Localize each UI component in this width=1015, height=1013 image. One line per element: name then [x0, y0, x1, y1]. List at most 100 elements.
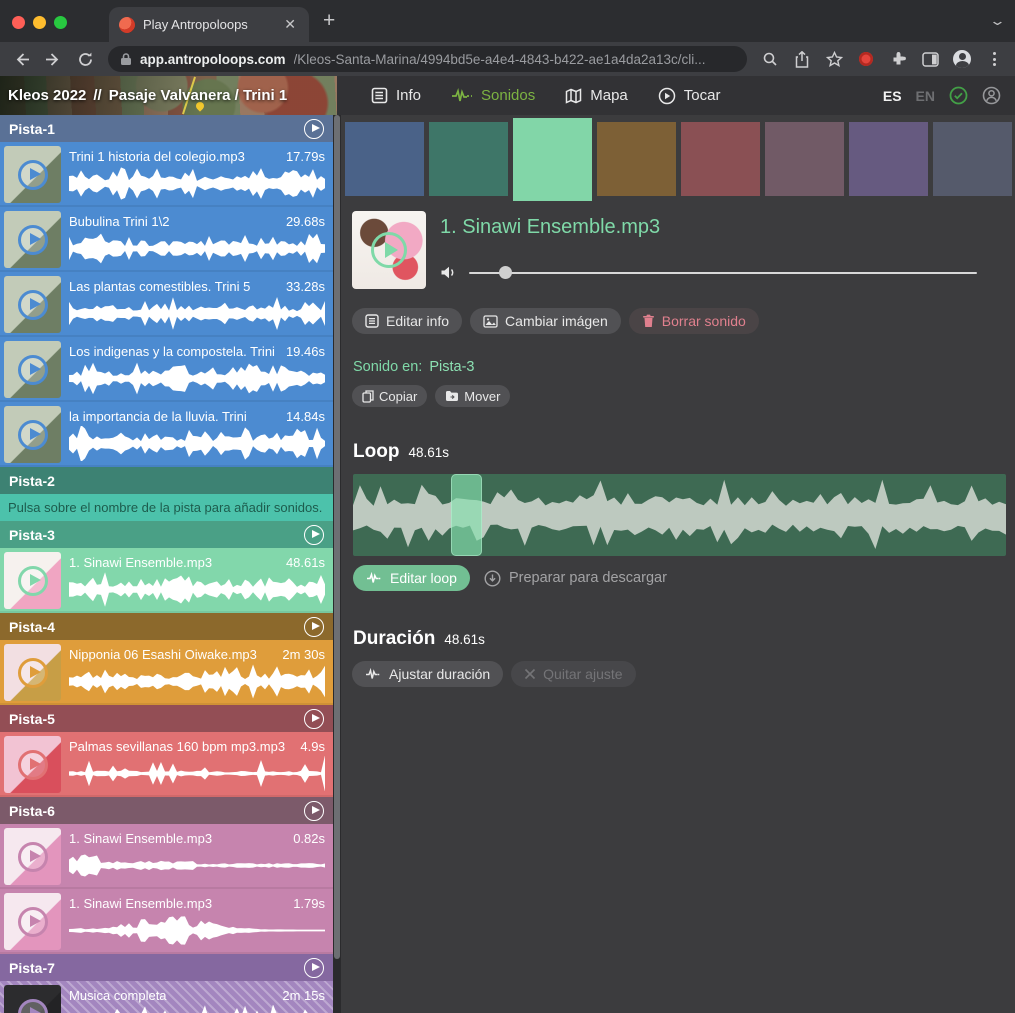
sound-thumbnail[interactable] — [4, 341, 61, 398]
track-swatch-4[interactable] — [597, 122, 676, 196]
account-icon[interactable] — [982, 86, 1001, 105]
address-bar[interactable]: app.antropoloops.com/Kleos-Santa-Marina/… — [108, 46, 747, 72]
track-swatch-6[interactable] — [765, 122, 844, 196]
sound-waveform[interactable] — [69, 756, 325, 791]
bookmark-star-icon[interactable] — [821, 46, 847, 72]
reload-icon[interactable] — [72, 46, 98, 72]
lang-es[interactable]: ES — [883, 88, 902, 104]
change-image-button[interactable]: Cambiar imágen — [470, 308, 621, 334]
sound-in-track-link[interactable]: Pista-3 — [429, 359, 474, 375]
track-header-pista-6[interactable]: Pista-6 — [0, 797, 333, 824]
sound-waveform[interactable] — [69, 572, 325, 607]
track-swatch-5[interactable] — [681, 122, 760, 196]
back-icon[interactable] — [8, 46, 34, 72]
thumbnail-play-icon[interactable] — [371, 232, 407, 268]
sound-item[interactable]: Las plantas comestibles. Trini 533.28s — [0, 272, 333, 337]
loop-selection-region[interactable] — [451, 474, 482, 556]
nav-tab-info[interactable]: Info — [359, 76, 433, 115]
edit-info-button[interactable]: Editar info — [352, 308, 462, 334]
track-header-pista-5[interactable]: Pista-5 — [0, 705, 333, 732]
sound-thumbnail[interactable] — [352, 211, 426, 289]
thumbnail-play-icon[interactable] — [18, 225, 48, 255]
track-header-pista-3[interactable]: Pista-3 — [0, 521, 333, 548]
sound-waveform[interactable] — [69, 296, 325, 331]
browser-tab[interactable]: Play Antropoloops ✕ — [109, 7, 309, 42]
track-swatch-8[interactable] — [933, 122, 1012, 196]
thumbnail-play-icon[interactable] — [18, 566, 48, 596]
sound-item[interactable]: 1. Sinawi Ensemble.mp30.82s — [0, 824, 333, 889]
delete-sound-button[interactable]: Borrar sonido — [629, 308, 759, 334]
track-header-pista-1[interactable]: Pista-1 — [0, 115, 333, 142]
tab-search-chevron-icon[interactable]: ⌄ — [989, 13, 1006, 29]
sound-waveform[interactable] — [69, 848, 325, 883]
sound-waveform[interactable] — [69, 664, 325, 699]
sound-waveform[interactable] — [69, 1005, 325, 1013]
forward-icon[interactable] — [40, 46, 66, 72]
thumbnail-play-icon[interactable] — [18, 290, 48, 320]
sound-waveform[interactable] — [69, 166, 325, 201]
sound-item[interactable]: Los indigenas y la compostela. Trini19.4… — [0, 337, 333, 402]
zoom-search-icon[interactable] — [757, 46, 783, 72]
move-button[interactable]: Mover — [435, 385, 510, 407]
nav-tab-mapa[interactable]: Mapa — [553, 76, 640, 115]
sound-thumbnail[interactable] — [4, 146, 61, 203]
sound-thumbnail[interactable] — [4, 644, 61, 701]
track-play-icon[interactable] — [304, 709, 324, 729]
track-swatch-3[interactable] — [513, 118, 592, 201]
copy-button[interactable]: Copiar — [352, 385, 427, 407]
record-indicator-icon[interactable] — [853, 46, 879, 72]
new-tab-button[interactable]: + — [323, 9, 335, 33]
thumbnail-play-icon[interactable] — [18, 658, 48, 688]
share-icon[interactable] — [789, 46, 815, 72]
thumbnail-play-icon[interactable] — [18, 160, 48, 190]
thumbnail-play-icon[interactable] — [18, 842, 48, 872]
sound-item[interactable]: Musica completa2m 15s — [0, 981, 333, 1013]
sound-item[interactable]: Palmas sevillanas 160 bpm mp3.mp34.9s — [0, 732, 333, 797]
thumbnail-play-icon[interactable] — [18, 907, 48, 937]
thumbnail-play-icon[interactable] — [18, 999, 48, 1013]
extensions-puzzle-icon[interactable] — [885, 46, 911, 72]
sound-thumbnail[interactable] — [4, 985, 61, 1013]
sound-item[interactable]: Bubulina Trini 1\229.68s — [0, 207, 333, 272]
sound-thumbnail[interactable] — [4, 736, 61, 793]
track-swatch-7[interactable] — [849, 122, 928, 196]
sound-thumbnail[interactable] — [4, 828, 61, 885]
sound-waveform[interactable] — [69, 231, 325, 266]
volume-slider[interactable] — [469, 272, 977, 274]
sound-thumbnail[interactable] — [4, 276, 61, 333]
scrollbar-thumb[interactable] — [334, 115, 340, 959]
adjust-duration-button[interactable]: Ajustar duración — [352, 661, 503, 687]
sound-thumbnail[interactable] — [4, 552, 61, 609]
track-play-icon[interactable] — [304, 958, 324, 978]
sound-item[interactable]: la importancia de la lluvia. Trini14.84s — [0, 402, 333, 467]
edit-loop-button[interactable]: Editar loop — [353, 565, 470, 591]
sound-thumbnail[interactable] — [4, 893, 61, 950]
track-swatch-2[interactable] — [429, 122, 508, 196]
browser-menu-icon[interactable] — [981, 46, 1007, 72]
loop-waveform[interactable] — [353, 474, 1006, 556]
track-header-pista-2[interactable]: Pista-2 — [0, 467, 333, 494]
saved-check-icon[interactable] — [949, 86, 968, 105]
thumbnail-play-icon[interactable] — [18, 420, 48, 450]
track-play-icon[interactable] — [304, 119, 324, 139]
nav-tab-tocar[interactable]: Tocar — [646, 76, 733, 115]
sound-waveform[interactable] — [69, 426, 325, 461]
sound-item[interactable]: Trini 1 historia del colegio.mp317.79s — [0, 142, 333, 207]
thumbnail-play-icon[interactable] — [18, 355, 48, 385]
sound-waveform[interactable] — [69, 913, 325, 948]
breadcrumb-project[interactable]: Kleos 2022 — [8, 87, 86, 104]
prepare-download-button[interactable]: Preparar para descargar — [484, 570, 667, 587]
track-header-pista-7[interactable]: Pista-7 — [0, 954, 333, 981]
sound-waveform[interactable] — [69, 361, 325, 396]
track-swatch-1[interactable] — [345, 122, 424, 196]
profile-avatar[interactable] — [949, 46, 975, 72]
track-play-icon[interactable] — [304, 801, 324, 821]
window-zoom-button[interactable] — [54, 16, 67, 29]
volume-slider-thumb[interactable] — [499, 266, 512, 279]
breadcrumb-map-banner[interactable]: Kleos 2022 // Pasaje Valvanera / Trini 1 — [0, 76, 337, 115]
sound-thumbnail[interactable] — [4, 406, 61, 463]
tab-close-icon[interactable]: ✕ — [281, 16, 299, 33]
remove-adjust-button[interactable]: Quitar ajuste — [511, 661, 635, 687]
track-play-icon[interactable] — [304, 525, 324, 545]
lang-en[interactable]: EN — [916, 88, 935, 104]
